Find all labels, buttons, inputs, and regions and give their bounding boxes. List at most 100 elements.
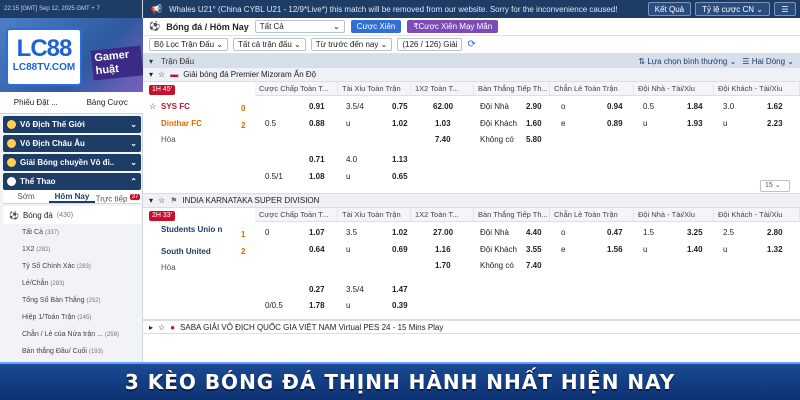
sport-football[interactable]: ⚽ Bóng đá (430) [3,206,141,224]
section-world-cup[interactable]: Vô Địch Thế Giới ⌄ [3,116,141,133]
odds[interactable]: 0.91 [309,102,325,111]
refresh-icon[interactable]: ⟳ [467,39,475,50]
match-table: Cược Chấp Toàn T... Tài Xỉu Toàn Trận 1X… [143,208,800,320]
section-label: Giải Bóng chuyền Vô đi.. [20,158,115,167]
tab-early[interactable]: Sớm [3,190,49,203]
promo-banner[interactable]: Gamer huật [90,45,143,81]
trophy-icon [7,139,16,148]
odds[interactable]: 2.23 [767,119,783,128]
tab-today[interactable]: Hôm Nay [49,190,95,203]
filter-label: (126 / 126) Giải [402,40,458,49]
market-item[interactable]: 1X2 (282) [22,246,50,253]
market-item[interactable]: Tỷ Số Chính Xác (283) [22,263,91,270]
odds[interactable]: 1.40 [687,245,703,254]
view-select[interactable]: ☰ Hai Dòng ⌄ [742,57,794,66]
odds[interactable]: 7.40 [526,261,542,270]
odds[interactable]: 0.27 [309,285,325,294]
odds-type-select[interactable]: Tỷ lệ cược CN ⌄ [695,2,770,16]
odds[interactable]: 0.88 [309,119,325,128]
lucky-parlay-button[interactable]: ₹ Cược Xiên Mạy Mắn [407,20,499,33]
odds[interactable]: 27.00 [433,228,453,237]
odds[interactable]: 1.13 [392,155,408,164]
league-header[interactable]: ▾ ☆ ⚑ INDIA KARNATAKA SUPER DIVISION [143,194,800,208]
view-label: Hai Dòng [751,56,786,66]
odds[interactable]: 1.93 [687,119,703,128]
league-header[interactable]: ▸ ☆ ● SABA GIẢI VÔ ĐỊCH QUỐC GIA VIỆT NAM … [143,320,800,334]
league-header[interactable]: ▾ ☆ ▬ Giải bóng đá Premier Mizoram Ấn Độ [143,68,800,82]
odds[interactable]: 0.89 [607,119,623,128]
market-label: Tổng Số Bàn Thắng [22,297,85,304]
market-item[interactable]: Hiệp 1/Toàn Trận (245) [22,314,91,321]
soccer-ball-icon: ⚽ [149,21,161,31]
odds[interactable]: 1.02 [392,228,408,237]
odds[interactable]: 3.55 [526,245,542,254]
market-select[interactable]: Tất Cả ⌄ [254,20,345,33]
odds[interactable]: 0.39 [392,301,408,310]
odds[interactable]: 2.80 [767,228,783,237]
tab-bet-list[interactable]: Bảng Cược [72,98,144,107]
market-count: (193) [88,349,103,355]
odds[interactable]: 1.70 [435,261,451,270]
next-goal-label: Đội Khách [480,245,517,254]
page-select[interactable]: 15 ⌄ [760,180,790,192]
home-score: 0 [241,104,246,113]
odds[interactable]: 1.32 [767,245,783,254]
match-filter-select[interactable]: Bộ Lọc Trận Đấu ⌄ [149,38,228,51]
odds[interactable]: 0.71 [309,155,325,164]
menu-icon[interactable]: ☰ [774,2,796,16]
odds[interactable]: 4.40 [526,228,542,237]
market-label: Hiệp 1/Toàn Trận [22,314,76,321]
expand-icon: ▸ [149,322,154,332]
flag-icon: ⚑ [170,196,178,205]
under-label: u [643,245,648,254]
star-icon[interactable]: ☆ [158,70,165,79]
odds[interactable]: 62.00 [433,102,453,111]
odds[interactable]: 0.47 [607,228,623,237]
market-item[interactable]: Tất Cả (337) [22,229,59,236]
market-item[interactable]: Bàn thắng Đầu/ Cuối (193) [22,348,103,355]
section-euro[interactable]: Vô Địch Châu Âu ⌄ [3,135,141,152]
odds[interactable]: 5.80 [526,135,542,144]
odds[interactable]: 1.84 [687,102,703,111]
odds[interactable]: 1.56 [607,245,623,254]
odds[interactable]: 1.03 [435,119,451,128]
odds[interactable]: 1.60 [526,119,542,128]
all-matches-select[interactable]: Tất cả trận đấu ⌄ [232,38,306,51]
odds[interactable]: 1.62 [767,102,783,111]
tab-live[interactable]: Trực tiếp 37 [95,190,141,204]
tab-bet-slip[interactable]: Phiếu Đặt ... [0,98,72,107]
column-header: 1X2 Toàn T... [411,82,474,95]
odds[interactable]: 0.64 [309,245,325,254]
odds[interactable]: 1.47 [392,285,408,294]
star-icon[interactable]: ☆ [158,323,165,332]
time-range-select[interactable]: Từ trước đến nay ⌄ [310,38,393,51]
brand-banner: LC88 LC88TV.COM Gamer huật [0,18,143,92]
odds[interactable]: 1.07 [309,228,325,237]
market-item[interactable]: Lẻ/Chẵn (283) [22,280,64,287]
odds[interactable]: 0.75 [392,102,408,111]
market-item[interactable]: Chẵn / Lẻ của Nửa trận ... (259) [22,331,119,338]
odds[interactable]: 1.02 [392,119,408,128]
market-label: Tỷ Số Chính Xác [22,263,75,270]
odds[interactable]: 2.90 [526,102,542,111]
odds[interactable]: 0.65 [392,172,408,181]
odds[interactable]: 1.78 [309,301,325,310]
odds[interactable]: 1.08 [309,172,325,181]
star-icon[interactable]: ☆ [158,196,165,205]
trophy-icon [7,120,16,129]
section-volleyball[interactable]: Giải Bóng chuyền Vô đi.. ⌄ [3,154,141,171]
collapse-icon[interactable]: ▾ [149,57,153,66]
odds[interactable]: 0.69 [392,245,408,254]
sort-select[interactable]: ⇅ Lựa chọn bình thường ⌄ [638,57,736,66]
live-badge: 2H 33' [149,211,176,221]
league-count-select[interactable]: (126 / 126) Giải [397,38,463,51]
parlay-button[interactable]: Cược Xiên [350,20,402,33]
results-button[interactable]: Kết Quả [647,2,692,16]
odds[interactable]: 0.94 [607,102,623,111]
next-goal-label: Không có [480,261,514,270]
odds[interactable]: 1.16 [435,245,451,254]
odds[interactable]: 7.40 [435,135,451,144]
odds[interactable]: 3.25 [687,228,703,237]
section-sports[interactable]: Thể Thao ⌃ [3,173,141,190]
market-item[interactable]: Tổng Số Bàn Thắng (252) [22,297,101,304]
